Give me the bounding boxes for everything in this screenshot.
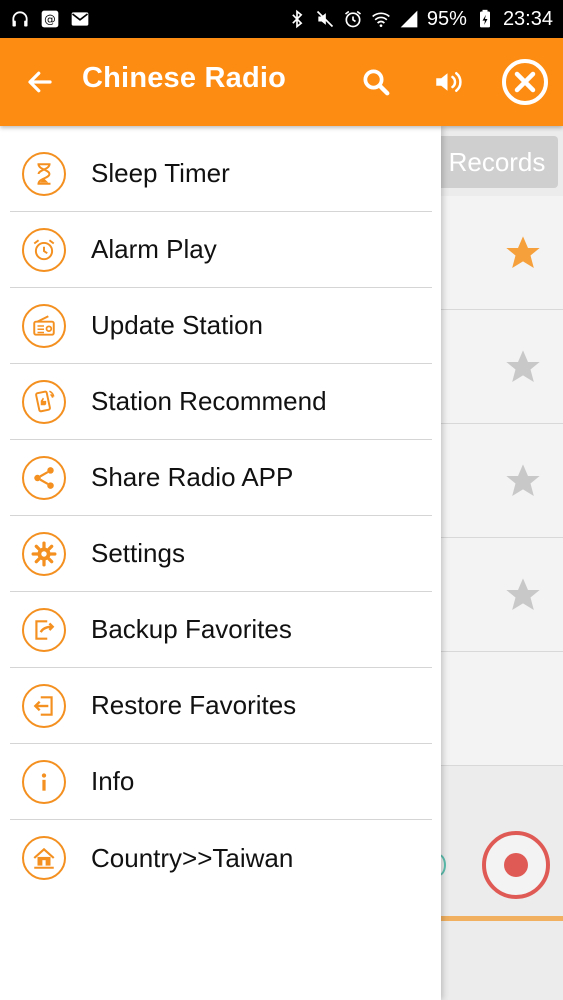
navigation-drawer: Sleep Timer Alarm Play Update Station St… [0,126,441,1000]
menu-item-label: Station Recommend [91,386,327,416]
volume-icon [436,72,462,92]
menu-item-settings[interactable]: Settings [10,516,432,592]
list-item[interactable] [441,196,563,310]
mail-icon [70,9,90,29]
close-button[interactable] [501,58,549,106]
menu-item-label: Country>>Taiwan [91,842,294,873]
record-button[interactable] [482,831,550,899]
list-item[interactable] [441,538,563,652]
menu-item-info[interactable]: Info [10,744,432,820]
record-dot-icon [504,853,528,877]
bluetooth-icon [287,9,307,29]
menu-item-label: Sleep Timer [91,158,230,188]
menu-item-sleep-timer[interactable]: Sleep Timer [10,136,432,212]
star-icon[interactable] [503,461,543,501]
arrow-left-icon [28,71,52,93]
menu-item-share-radio-app[interactable]: Share Radio APP [10,440,432,516]
gear-icon [22,531,66,576]
list-item[interactable] [441,310,563,424]
alarm-clock-icon [22,227,66,272]
list-item[interactable] [441,652,563,766]
battery-icon [475,9,495,29]
menu-item-country[interactable]: Country>>Taiwan [10,820,432,896]
email-at-icon: @ [40,9,60,29]
clock-time: 23:34 [502,7,553,30]
menu-item-label: Info [91,766,135,796]
back-button[interactable] [20,60,60,104]
thumbs-up-phone-icon [22,379,66,424]
page-title: Chinese Radio [82,62,287,94]
radio-icon [22,303,66,348]
menu-item-label: Backup Favorites [91,614,292,644]
star-icon[interactable] [503,347,543,387]
status-bar: @ 95% 23:34 [0,0,563,38]
status-left-icons: @ [10,9,90,29]
share-icon [22,455,66,500]
signal-icon [399,9,419,29]
status-right: 95% 23:34 [287,8,553,31]
menu-item-alarm-play[interactable]: Alarm Play [10,212,432,288]
player-progress-line [441,916,563,921]
menu-item-label: Alarm Play [91,234,217,264]
headphones-icon [10,9,30,29]
menu-item-label: Settings [91,538,185,568]
info-icon [22,759,66,804]
menu-item-label: Share Radio APP [91,462,294,492]
svg-text:@: @ [44,12,56,26]
mute-icon [315,9,335,29]
star-icon[interactable] [503,233,543,273]
menu-item-backup-favorites[interactable]: Backup Favorites [10,592,432,668]
star-icon[interactable] [503,575,543,615]
search-icon [363,69,390,96]
battery-percent: 95% [426,7,467,30]
close-circle-icon [502,59,548,105]
export-icon [22,607,66,652]
volume-button[interactable] [428,62,472,102]
list-item[interactable] [441,424,563,538]
search-button[interactable] [356,62,396,102]
menu-item-restore-favorites[interactable]: Restore Favorites [10,668,432,744]
menu-item-station-recommend[interactable]: Station Recommend [10,364,432,440]
menu-item-label: Update Station [91,310,264,340]
import-icon [22,683,66,728]
wifi-icon [371,9,391,29]
home-icon [22,836,66,880]
alarm-icon [343,9,363,29]
app-bar: Chinese Radio [0,38,563,126]
tab-records[interactable]: Records [436,136,558,188]
hourglass-icon [22,151,66,196]
menu-item-label: Restore Favorites [91,690,297,720]
menu-item-update-station[interactable]: Update Station [10,288,432,364]
